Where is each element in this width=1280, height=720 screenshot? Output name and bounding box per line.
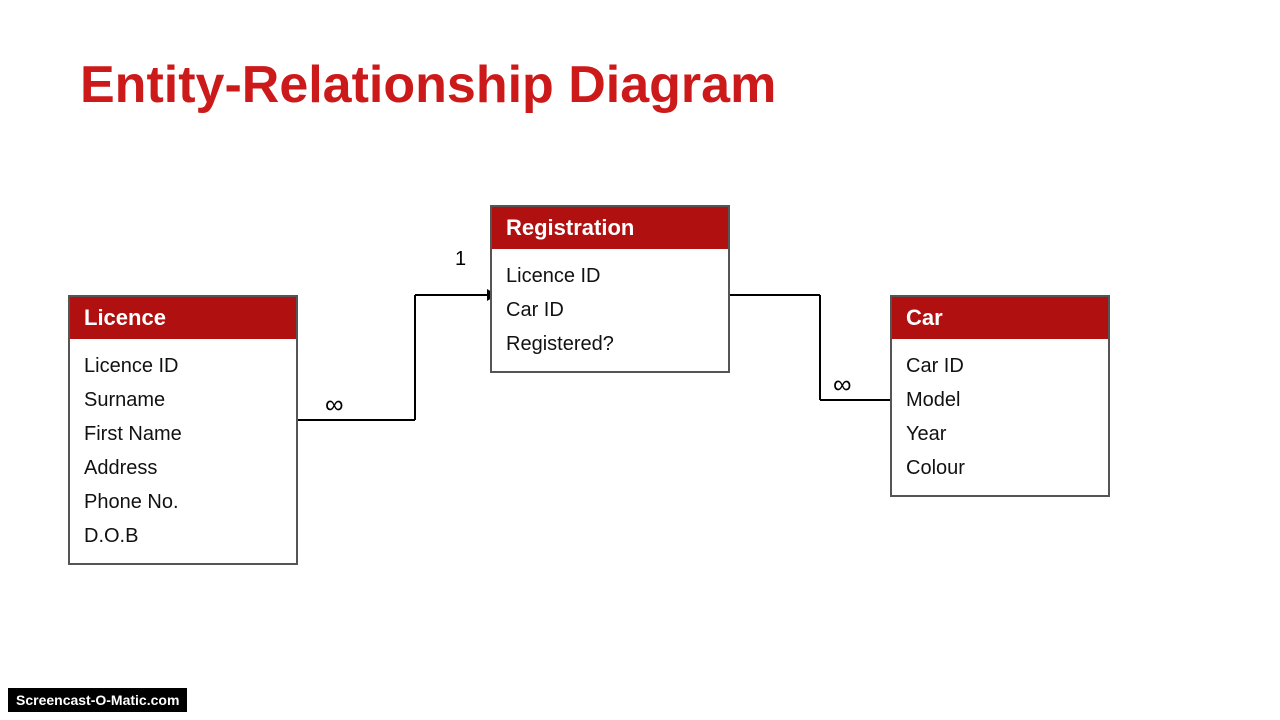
licence-field-3: First Name <box>84 417 282 451</box>
car-field-4: Colour <box>906 451 1094 485</box>
car-field-3: Year <box>906 417 1094 451</box>
car-header: Car <box>892 297 1108 339</box>
registration-field-1: Licence ID <box>506 259 714 293</box>
watermark: Screencast-O-Matic.com <box>8 688 187 712</box>
licence-header: Licence <box>70 297 296 339</box>
svg-text:∞: ∞ <box>325 389 344 419</box>
licence-field-6: D.O.B <box>84 519 282 553</box>
registration-entity: Registration Licence ID Car ID Registere… <box>490 205 730 373</box>
car-field-1: Car ID <box>906 349 1094 383</box>
car-entity: Car Car ID Model Year Colour <box>890 295 1110 497</box>
page-title: Entity-Relationship Diagram <box>80 55 776 115</box>
licence-field-1: Licence ID <box>84 349 282 383</box>
svg-text:1: 1 <box>455 248 466 270</box>
licence-entity: Licence Licence ID Surname First Name Ad… <box>68 295 298 565</box>
licence-field-5: Phone No. <box>84 485 282 519</box>
car-field-2: Model <box>906 383 1094 417</box>
licence-field-2: Surname <box>84 383 282 417</box>
licence-field-4: Address <box>84 451 282 485</box>
registration-field-3: Registered? <box>506 327 714 361</box>
car-body: Car ID Model Year Colour <box>892 339 1108 495</box>
registration-header: Registration <box>492 207 728 249</box>
licence-body: Licence ID Surname First Name Address Ph… <box>70 339 296 563</box>
registration-body: Licence ID Car ID Registered? <box>492 249 728 371</box>
registration-field-2: Car ID <box>506 293 714 327</box>
svg-text:∞: ∞ <box>833 369 852 399</box>
